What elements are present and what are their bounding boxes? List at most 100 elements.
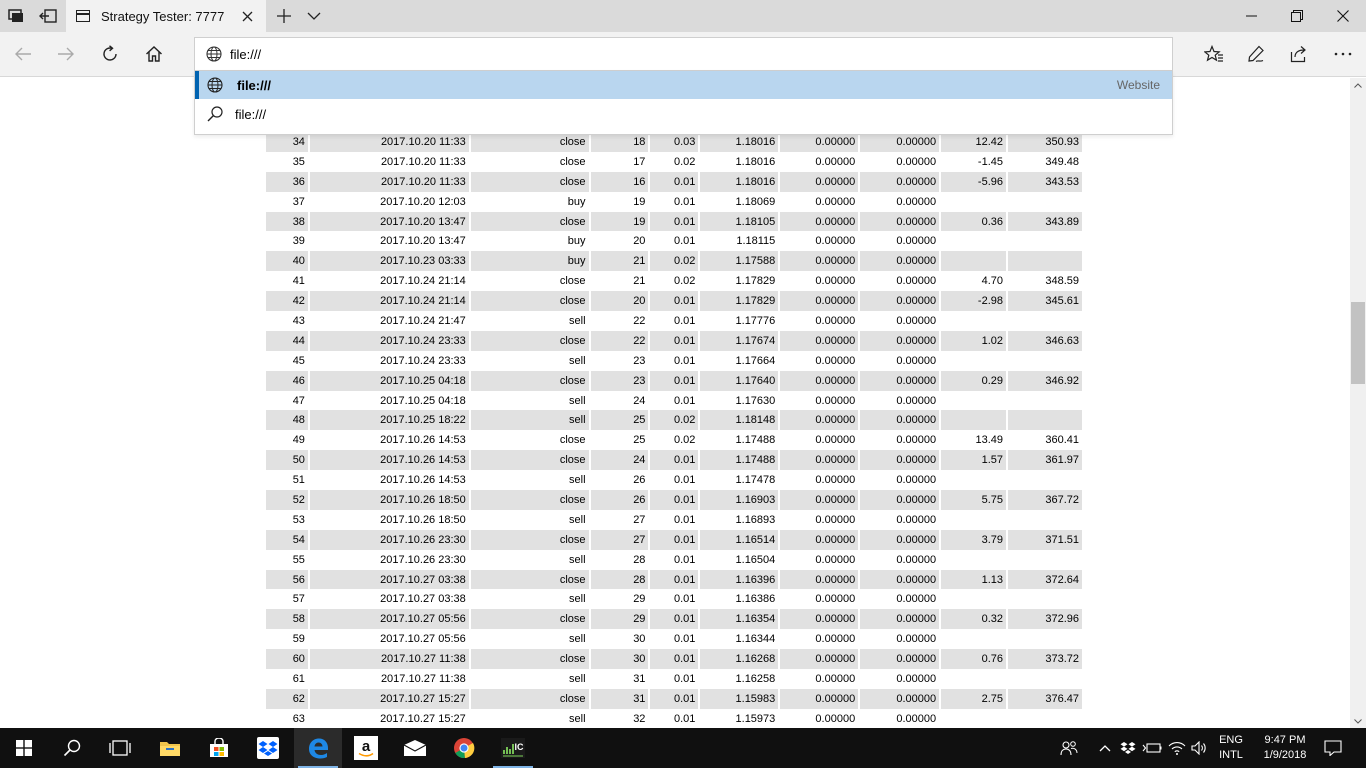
cell-time: 2017.10.20 13:47	[308, 231, 471, 252]
cell-ticket: 42	[266, 291, 310, 312]
forward-icon[interactable]	[48, 37, 84, 71]
cell-sl: 0.00000	[779, 271, 861, 292]
cell-type: buy	[469, 251, 591, 272]
cell-ticket: 50	[266, 450, 310, 471]
tab-title: Strategy Tester: 7777	[101, 8, 225, 24]
suggestion-website[interactable]: file:/// Website	[195, 71, 1172, 99]
cell-tp: 0.00000	[859, 490, 942, 510]
table-row: 46 2017.10.25 04:18 close 23 0.01 1.17640 0.00…	[266, 370, 1084, 391]
battery-icon[interactable]	[1141, 738, 1163, 758]
cell-type: sell	[469, 589, 591, 610]
new-tab-icon[interactable]	[268, 0, 300, 32]
cell-profit	[940, 350, 1008, 371]
cell-balance: 367.72	[1007, 490, 1084, 510]
mail-icon[interactable]	[391, 728, 439, 768]
chrome-icon[interactable]	[440, 728, 488, 768]
cell-type: close	[469, 609, 591, 630]
scroll-up-icon[interactable]	[1350, 78, 1366, 92]
cell-price: 1.17776	[699, 311, 781, 331]
cell-price: 1.18115	[699, 231, 781, 252]
scroll-down-icon[interactable]	[1350, 714, 1366, 728]
tabs-aside-icon[interactable]	[0, 0, 32, 32]
address-input[interactable]	[230, 46, 1130, 62]
more-icon[interactable]	[1325, 37, 1361, 71]
store-icon[interactable]	[195, 728, 243, 768]
svg-text:a: a	[362, 738, 371, 755]
cell-price: 1.18148	[699, 410, 781, 431]
table-row: 42 2017.10.24 21:14 close 20 0.01 1.17829 0.00…	[266, 291, 1084, 312]
cell-size: 0.01	[649, 470, 701, 491]
globe-icon	[207, 77, 223, 93]
cell-sl: 0.00000	[779, 330, 861, 351]
cell-price: 1.18105	[699, 211, 781, 232]
cell-profit	[940, 669, 1008, 689]
cell-price: 1.17640	[699, 370, 781, 391]
cell-sl: 0.00000	[779, 549, 861, 570]
cell-ticket: 51	[266, 470, 310, 491]
cell-sl: 0.00000	[779, 649, 861, 670]
action-center-icon[interactable]	[1322, 738, 1344, 758]
show-hidden-icons-icon[interactable]	[1094, 738, 1116, 758]
vertical-scrollbar[interactable]	[1350, 78, 1366, 728]
minimize-icon[interactable]	[1228, 0, 1274, 32]
cell-ticket: 47	[266, 390, 310, 411]
cell-profit: 0.32	[940, 609, 1008, 630]
table-row: 38 2017.10.20 13:47 close 19 0.01 1.18105 0.00…	[266, 211, 1084, 232]
tab-preview-chevron-icon[interactable]	[298, 0, 330, 32]
cell-size: 0.01	[649, 669, 701, 689]
cell-size: 0.01	[649, 390, 701, 411]
people-icon[interactable]	[1058, 738, 1080, 758]
search-icon[interactable]	[48, 728, 96, 768]
close-tab-icon[interactable]	[238, 7, 256, 25]
cell-sl: 0.00000	[779, 450, 861, 471]
cell-time: 2017.10.24 21:14	[308, 291, 471, 312]
cell-balance: 372.64	[1007, 569, 1084, 590]
share-icon[interactable]	[1281, 37, 1317, 71]
input-language[interactable]: ENG INTL	[1215, 733, 1247, 763]
cell-time: 2017.10.24 21:14	[308, 271, 471, 292]
cell-ticket: 63	[266, 708, 310, 728]
favorites-icon[interactable]	[1196, 37, 1232, 71]
suggestion-hint: Website	[1116, 78, 1160, 92]
set-tabs-aside-icon[interactable]	[32, 0, 64, 32]
cell-sl: 0.00000	[779, 171, 861, 192]
scrollbar-thumb[interactable]	[1351, 302, 1365, 384]
task-view-icon[interactable]	[96, 728, 144, 768]
suggestion-search[interactable]: file:///	[195, 100, 1172, 128]
cell-sl: 0.00000	[779, 430, 861, 451]
cell-profit	[940, 629, 1008, 650]
back-icon[interactable]	[5, 37, 41, 71]
cell-sl: 0.00000	[779, 390, 861, 411]
file-explorer-icon[interactable]	[146, 728, 194, 768]
cell-price: 1.16386	[699, 589, 781, 610]
amazon-icon[interactable]: a	[342, 728, 390, 768]
cell-time: 2017.10.26 18:50	[308, 490, 471, 510]
suggestion-text: file:///	[237, 77, 271, 93]
address-bar[interactable]	[194, 37, 1173, 71]
restore-icon[interactable]	[1274, 0, 1320, 32]
cell-price: 1.16514	[699, 529, 781, 550]
volume-icon[interactable]	[1189, 738, 1211, 758]
cell-tp: 0.00000	[859, 549, 942, 570]
cell-type: buy	[469, 231, 591, 252]
system-clock[interactable]: 9:47 PM 1/9/2018	[1252, 733, 1318, 763]
trading-platform-icon[interactable]: IC	[489, 728, 537, 768]
home-icon[interactable]	[136, 37, 172, 71]
cell-profit: 0.36	[940, 211, 1008, 232]
wifi-icon[interactable]	[1166, 738, 1188, 758]
dropbox-tray-icon[interactable]	[1117, 738, 1139, 758]
edge-icon[interactable]	[294, 728, 342, 768]
page-content: 34 2017.10.20 11:33 close 18 0.03 1.18016 0.00…	[0, 78, 1350, 728]
cell-sl: 0.00000	[779, 569, 861, 590]
tab-strategy-tester[interactable]: Strategy Tester: 7777	[66, 0, 266, 32]
dropbox-icon[interactable]	[244, 728, 292, 768]
cell-tp: 0.00000	[859, 330, 942, 351]
close-window-icon[interactable]	[1320, 0, 1366, 32]
web-note-icon[interactable]	[1238, 37, 1274, 71]
cell-sl: 0.00000	[779, 410, 861, 431]
cell-tp: 0.00000	[859, 450, 942, 471]
start-icon[interactable]	[0, 728, 48, 768]
cell-balance: 361.97	[1007, 450, 1084, 471]
refresh-icon[interactable]	[92, 37, 128, 71]
cell-balance	[1007, 470, 1084, 491]
